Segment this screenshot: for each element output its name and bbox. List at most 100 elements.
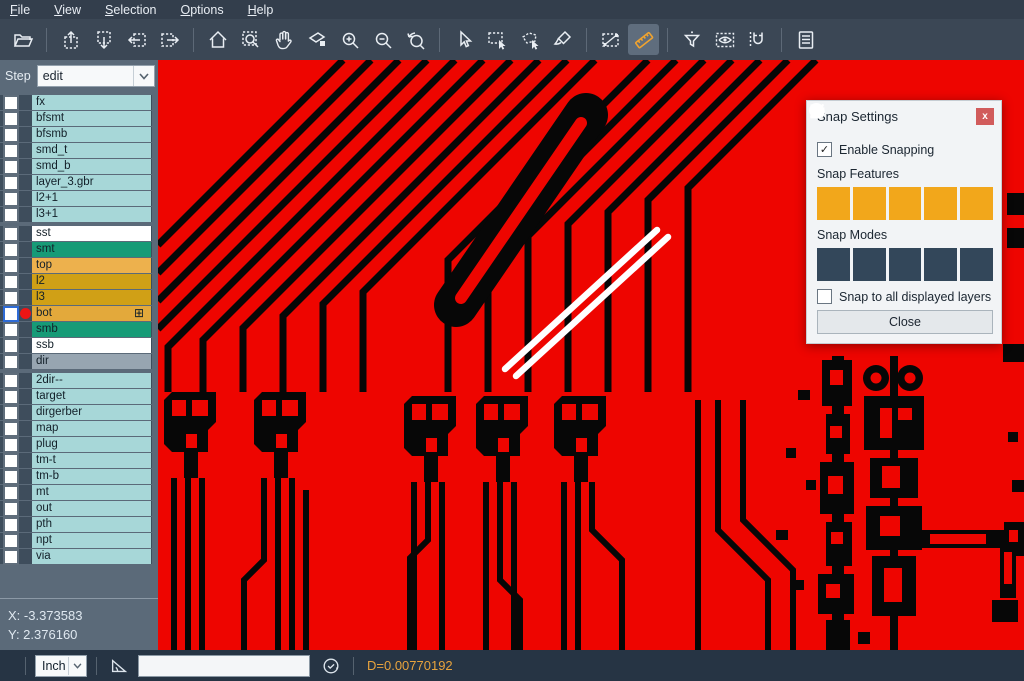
snap-mode-midpoint-button[interactable] — [853, 248, 886, 281]
layer-visibility-checkbox[interactable] — [3, 389, 19, 405]
layer-label[interactable]: l3 — [32, 290, 151, 305]
layer-label[interactable]: l2 — [32, 274, 151, 289]
filter-button[interactable] — [676, 24, 707, 55]
layer-label[interactable]: plug — [32, 437, 151, 452]
snap-feature-pad-button[interactable] — [853, 187, 886, 220]
menu-view[interactable]: View — [54, 3, 81, 17]
pan-hand-button[interactable] — [268, 24, 299, 55]
layer-visibility-checkbox[interactable] — [3, 453, 19, 469]
layer-label[interactable]: bfsmt — [32, 111, 151, 126]
layer-visibility-checkbox[interactable] — [3, 226, 19, 242]
layer-label[interactable]: 2dir-- — [32, 373, 151, 388]
layer-visibility-checkbox[interactable] — [3, 373, 19, 389]
zoom-previous-button[interactable] — [400, 24, 431, 55]
layer-label[interactable]: smb — [32, 322, 151, 337]
layer-label[interactable]: mt — [32, 485, 151, 500]
layer-visibility-checkbox[interactable] — [3, 354, 19, 370]
select-lasso-button[interactable] — [514, 24, 545, 55]
layer-label[interactable]: smd_b — [32, 159, 151, 174]
close-icon[interactable]: x — [976, 108, 994, 125]
brush-button[interactable] — [547, 24, 578, 55]
layer-visibility-checkbox[interactable] — [3, 175, 19, 191]
layer-visibility-checkbox[interactable] — [3, 143, 19, 159]
import-down-button[interactable] — [88, 24, 119, 55]
magnet-snap-button[interactable] — [742, 24, 773, 55]
layer-label[interactable]: smt — [32, 242, 151, 257]
layer-label[interactable]: l2+1 — [32, 191, 151, 206]
import-left-button[interactable] — [121, 24, 152, 55]
zoom-polygon-button[interactable] — [301, 24, 332, 55]
layer-visibility-checkbox[interactable] — [3, 501, 19, 517]
layer-visibility-checkbox[interactable] — [3, 469, 19, 485]
layer-label[interactable]: fx — [32, 95, 151, 110]
layer-label[interactable]: dirgerber — [32, 405, 151, 420]
layer-label[interactable]: layer_3.gbr — [32, 175, 151, 190]
layer-visibility-checkbox[interactable] — [3, 322, 19, 338]
layer-label[interactable]: dir — [32, 354, 151, 369]
layer-visibility-checkbox[interactable] — [3, 533, 19, 549]
snap-mode-slot-end-button[interactable] — [924, 248, 957, 281]
import-up-button[interactable] — [55, 24, 86, 55]
angle-measure-icon[interactable] — [106, 654, 132, 678]
snap-feature-arc-button[interactable] — [924, 187, 957, 220]
layer-visibility-checkbox[interactable] — [3, 127, 19, 143]
close-button[interactable]: Close — [817, 310, 993, 334]
layer-visibility-checkbox[interactable] — [3, 485, 19, 501]
layer-visibility-checkbox[interactable] — [3, 159, 19, 175]
pcb-canvas[interactable]: Snap Settings x ✓ Enable Snapping Snap F… — [158, 60, 1024, 650]
layer-label[interactable]: ssb — [32, 338, 151, 353]
zoom-out-button[interactable] — [367, 24, 398, 55]
menu-help[interactable]: Help — [248, 3, 274, 17]
layer-label[interactable]: tm-t — [32, 453, 151, 468]
unit-select[interactable]: Inch — [35, 655, 87, 677]
layer-visibility-checkbox[interactable] — [3, 338, 19, 354]
layer-label[interactable]: top — [32, 258, 151, 273]
select-arrow-button[interactable] — [448, 24, 479, 55]
snap-feature-line-button[interactable] — [817, 187, 850, 220]
history-check-icon[interactable] — [318, 654, 344, 678]
grid-icon[interactable]: ⊞ — [134, 306, 144, 321]
layer-visibility-checkbox[interactable] — [3, 258, 19, 274]
import-right-button[interactable] — [154, 24, 185, 55]
layer-visibility-checkbox[interactable] — [3, 306, 19, 322]
select-rect-button[interactable] — [481, 24, 512, 55]
report-button[interactable] — [790, 24, 821, 55]
layer-label[interactable]: npt — [32, 533, 151, 548]
measure-line-button[interactable] — [595, 24, 626, 55]
layer-label[interactable]: bfsmb — [32, 127, 151, 142]
layer-visibility-checkbox[interactable] — [3, 242, 19, 258]
layer-label[interactable]: tm-b — [32, 469, 151, 484]
layer-visibility-checkbox[interactable] — [3, 191, 19, 207]
layer-visibility-checkbox[interactable] — [3, 405, 19, 421]
step-select[interactable]: edit — [37, 65, 155, 87]
ruler-tool-button[interactable] — [628, 24, 659, 55]
snap-feature-surface-button[interactable] — [889, 187, 922, 220]
layer-label[interactable]: map — [32, 421, 151, 436]
layer-label[interactable]: via — [32, 549, 151, 564]
snap-mode-slot-center-button[interactable] — [889, 248, 922, 281]
snap-feature-text-button[interactable] — [960, 187, 993, 220]
layer-label[interactable]: out — [32, 501, 151, 516]
snap-mode-center-button[interactable] — [817, 248, 850, 281]
layer-visibility-checkbox[interactable] — [3, 517, 19, 533]
layer-visibility-checkbox[interactable] — [3, 95, 19, 111]
zoom-region-button[interactable] — [235, 24, 266, 55]
measure-input[interactable] — [138, 655, 310, 677]
menu-options[interactable]: Options — [180, 3, 223, 17]
layer-visibility-checkbox[interactable] — [3, 290, 19, 306]
layer-label[interactable]: smd_t — [32, 143, 151, 158]
layer-visibility-checkbox[interactable] — [3, 437, 19, 453]
menu-file[interactable]: File — [10, 3, 30, 17]
open-file-button[interactable] — [7, 24, 38, 55]
layer-visibility-checkbox[interactable] — [3, 421, 19, 437]
layer-visibility-checkbox[interactable] — [3, 549, 19, 565]
snap-all-layers-checkbox[interactable] — [817, 289, 832, 304]
snap-mode-contour-button[interactable] — [960, 248, 993, 281]
menu-selection[interactable]: Selection — [105, 3, 156, 17]
layer-visibility-checkbox[interactable] — [3, 274, 19, 290]
enable-snapping-checkbox[interactable]: ✓ — [817, 142, 832, 157]
home-view-button[interactable] — [202, 24, 233, 55]
layer-visibility-checkbox[interactable] — [3, 207, 19, 223]
view-visibility-button[interactable] — [709, 24, 740, 55]
layer-label[interactable]: pth — [32, 517, 151, 532]
